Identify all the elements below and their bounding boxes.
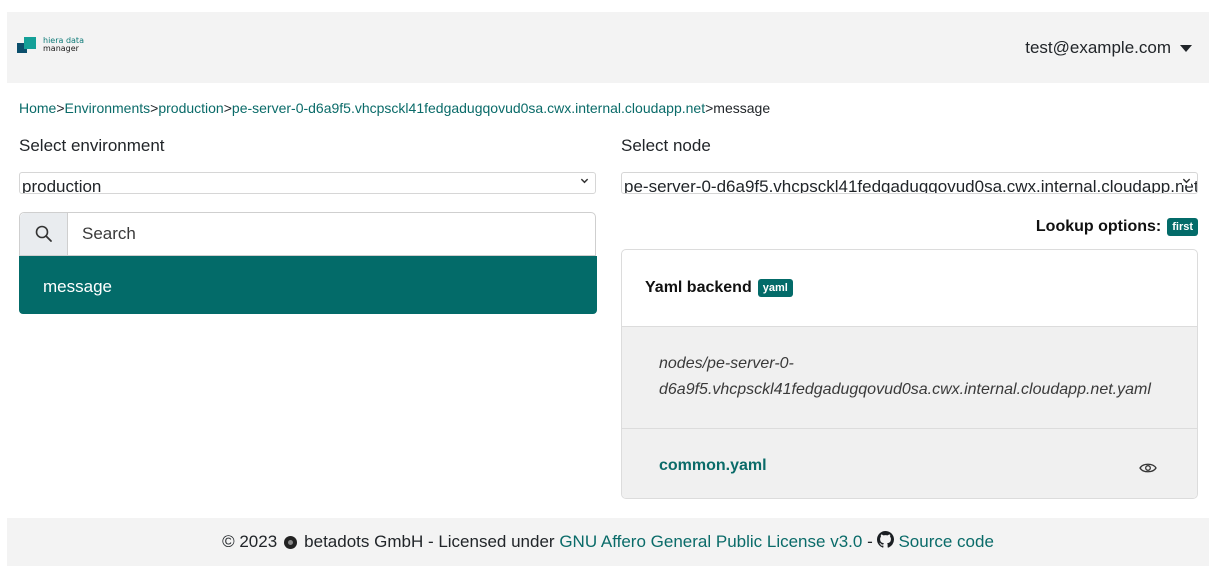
breadcrumb-environments[interactable]: Environments [65,100,151,116]
backend-card-header: Yaml backend yaml [622,250,1197,327]
github-icon [877,531,895,553]
node-file-path-line-1: nodes/pe-server-0- [659,355,794,372]
environment-label: Select environment [19,136,165,155]
key-list-item-message[interactable]: message [19,256,597,314]
page-footer: © 2023 betadots GmbH - Licensed under GN… [7,518,1209,566]
common-file-link[interactable]: common.yaml [659,457,767,475]
eye-icon[interactable] [1139,461,1157,479]
environment-select[interactable]: production [19,172,596,194]
node-select[interactable]: pe-server-0-d6a9f5.vhcpsckl41fedgadugqov… [621,172,1198,194]
license-link[interactable]: GNU Affero General Public License v3.0 [559,532,862,552]
search-input[interactable] [68,213,595,255]
breadcrumb-home[interactable]: Home [19,100,56,116]
user-email: test@example.com [1025,38,1171,57]
breadcrumb-node[interactable]: pe-server-0-d6a9f5.vhcpsckl41fedgadugqov… [232,100,705,116]
node-file-path-line-2: d6a9f5.vhcpsckl41fedgadugqovud0sa.cwx.in… [659,381,1151,398]
logo-text: hiera data manager [43,37,84,53]
logo-mark-icon [17,37,39,53]
node-label: Select node [621,136,711,155]
backend-type-badge: yaml [757,279,793,297]
node-file-row: nodes/pe-server-0- d6a9f5.vhcpsckl41fedg… [622,327,1197,429]
breadcrumb-separator: > [56,100,65,116]
user-menu-dropdown[interactable]: test@example.com [1025,38,1192,58]
common-file-row: common.yaml [622,429,1197,498]
betadots-logo-icon [284,535,298,549]
footer-dash: - [867,532,873,551]
breadcrumb: Home>Environments>production>pe-server-0… [19,100,770,116]
logo-line-2: manager [43,44,79,53]
lookup-options: Lookup options: first [1036,218,1198,236]
app-logo[interactable]: hiera data manager [17,37,84,53]
backend-card: Yaml backend yaml nodes/pe-server-0- d6a… [621,249,1198,499]
search-icon [20,213,68,255]
breadcrumb-environment[interactable]: production [158,100,223,116]
caret-down-icon [1180,44,1192,52]
source-code-link[interactable]: Source code [898,532,993,552]
lookup-options-label: Lookup options: [1035,218,1162,235]
top-navbar: hiera data manager test@example.com [7,12,1209,83]
chevron-down-icon [580,176,589,185]
breadcrumb-current: message [713,100,771,116]
lookup-option-badge: first [1167,218,1198,236]
footer-company: betadots GmbH - Licensed under [304,532,555,551]
footer-copyright: © 2023 [222,532,278,551]
breadcrumb-separator: > [223,100,232,116]
search-group [19,212,596,256]
chevron-down-icon [1182,176,1191,185]
backend-title: Yaml backend [645,279,752,296]
node-selected-value: pe-server-0-d6a9f5.vhcpsckl41fedgadugqov… [624,177,1198,194]
environment-selected-value: production [22,177,102,194]
